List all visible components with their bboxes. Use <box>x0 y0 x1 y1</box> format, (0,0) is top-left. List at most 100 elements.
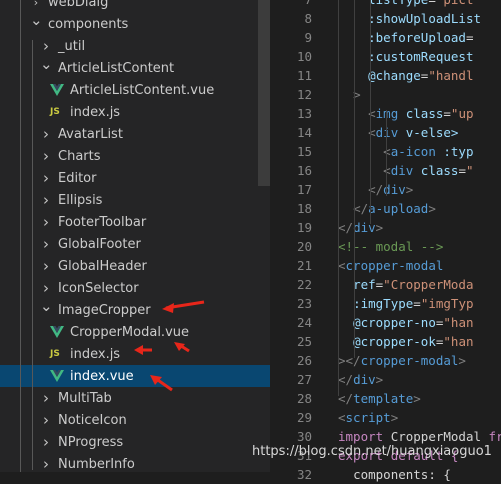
explorer-item-label: Charts <box>58 148 101 164</box>
explorer-item-label: NumberInfo <box>58 456 135 472</box>
line-number: 9 <box>304 30 312 45</box>
js-file-icon: JS <box>50 349 60 359</box>
chevron-right-icon: › <box>43 389 49 407</box>
code-line[interactable]: :showUploadList <box>338 9 481 28</box>
explorer-item-label: Editor <box>58 170 97 186</box>
explorer-item[interactable]: › Ellipsis <box>0 189 270 211</box>
explorer-item[interactable]: › NumberInfo <box>0 453 270 472</box>
explorer-item-label: _util <box>58 38 86 54</box>
code-editor[interactable]: 7 listType="pict 8 :showUploadList 9 :befo… <box>270 0 501 482</box>
code-line[interactable]: <img class="up <box>338 104 473 123</box>
line-number: 25 <box>296 334 312 349</box>
js-file-icon: JS <box>50 107 60 117</box>
line-number: 8 <box>304 11 312 26</box>
explorer-item[interactable]: ⌄ components <box>0 11 270 35</box>
explorer-item[interactable]: › Charts <box>0 145 270 167</box>
code-line[interactable]: </div> <box>338 218 383 237</box>
red-arrow-cropper-modal <box>174 342 190 353</box>
explorer-item[interactable]: › NoticeIcon <box>0 409 270 431</box>
code-line[interactable]: </a-upload> <box>338 199 436 218</box>
chevron-right-icon: › <box>43 213 49 231</box>
line-number: 29 <box>296 410 312 425</box>
line-number: 13 <box>296 106 312 121</box>
explorer-item-label: MultiTab <box>58 390 112 406</box>
line-number: 27 <box>296 372 312 387</box>
explorer-item[interactable]: › GlobalFooter <box>0 233 270 255</box>
code-line[interactable]: @cropper-no="han <box>338 313 473 332</box>
explorer-item[interactable]: JS index.js <box>0 101 270 123</box>
line-number: 15 <box>296 144 312 159</box>
code-line[interactable]: <script> <box>338 408 398 427</box>
explorer-item[interactable]: index.vue <box>0 365 270 387</box>
code-line[interactable]: :customRequest <box>338 47 473 66</box>
chevron-down-icon: ⌄ <box>30 11 43 29</box>
explorer-item[interactable]: › MultiTab <box>0 387 270 409</box>
code-line[interactable]: :imgType="imgTyp <box>338 294 473 313</box>
explorer-item-label: ArticleListContent <box>58 60 175 76</box>
line-number: 22 <box>296 277 312 292</box>
explorer-item[interactable]: ArticleListContent.vue <box>0 79 270 101</box>
code-line[interactable]: > <box>338 85 361 104</box>
chevron-right-icon: › <box>43 125 49 143</box>
explorer-item-label: Ellipsis <box>58 192 103 208</box>
explorer-item-label: FooterToolbar <box>58 214 147 230</box>
code-line[interactable]: components: { <box>338 465 451 484</box>
code-line[interactable]: ></cropper-modal> <box>338 351 466 370</box>
code-line[interactable]: <a-icon :typ <box>338 142 473 161</box>
explorer-item[interactable]: › FooterToolbar <box>0 211 270 233</box>
explorer-item-label: AvatarList <box>58 126 123 142</box>
explorer-item-label: NProgress <box>58 434 124 450</box>
explorer-item[interactable]: ⌄ ImageCropper <box>0 297 270 321</box>
indent-guide <box>20 0 21 472</box>
explorer-scrollbar[interactable] <box>258 0 270 186</box>
code-line[interactable]: ref="CropperModa <box>338 275 473 294</box>
line-number: 19 <box>296 220 312 235</box>
chevron-right-icon: › <box>43 257 49 275</box>
chevron-right-icon: › <box>43 411 49 429</box>
line-number: 20 <box>296 239 312 254</box>
indent-guide <box>338 0 339 396</box>
indent-guide <box>32 40 33 470</box>
explorer-item[interactable]: › _util <box>0 35 270 57</box>
file-explorer: › webDialg ⌄ components › _util ⌄ ArticleListCo… <box>0 0 270 472</box>
code-line[interactable]: @change="handl <box>338 66 473 85</box>
vue-file-icon <box>50 84 64 96</box>
explorer-item[interactable]: ⌄ ArticleListContent <box>0 55 270 79</box>
line-number: 11 <box>296 68 312 83</box>
red-arrow-imagecropper <box>162 300 205 313</box>
indent-guide <box>354 0 355 358</box>
explorer-item[interactable]: › Editor <box>0 167 270 189</box>
line-number: 17 <box>296 182 312 197</box>
line-number: 12 <box>296 87 312 102</box>
code-line[interactable]: </div> <box>338 180 413 199</box>
code-line[interactable]: <div v-else> <box>338 123 458 142</box>
line-number: 14 <box>296 125 312 140</box>
chevron-right-icon: › <box>43 433 49 451</box>
code-line[interactable]: <div class=" <box>338 161 473 180</box>
explorer-item-label: index.vue <box>70 368 134 384</box>
chevron-right-icon: › <box>43 279 49 297</box>
folder-icon: › <box>33 0 39 9</box>
code-line[interactable]: :beforeUpload= <box>338 28 473 47</box>
indent-guide <box>386 110 387 196</box>
code-line[interactable]: </template> <box>338 389 421 408</box>
explorer-item[interactable]: › AvatarList <box>0 123 270 145</box>
line-number: 24 <box>296 315 312 330</box>
chevron-right-icon: › <box>43 191 49 209</box>
explorer-item[interactable]: › NProgress <box>0 431 270 453</box>
explorer-item[interactable]: CropperModal.vue <box>0 321 270 343</box>
indent-guide <box>370 0 371 224</box>
chevron-right-icon: › <box>43 37 49 55</box>
code-line[interactable]: @cropper-ok="han <box>338 332 473 351</box>
explorer-item-label: GlobalHeader <box>58 258 147 274</box>
explorer-item[interactable]: › GlobalHeader <box>0 255 270 277</box>
line-number: 32 <box>296 467 312 482</box>
line-number: 7 <box>270 0 312 9</box>
vue-file-icon <box>50 370 64 382</box>
explorer-item-label: ArticleListContent.vue <box>70 82 215 98</box>
code-line[interactable]: </div> <box>338 370 383 389</box>
code-line[interactable]: listType="pict <box>338 0 473 9</box>
explorer-item-label: index.js <box>70 104 121 120</box>
line-number: 16 <box>296 163 312 178</box>
explorer-item[interactable]: › IconSelector <box>0 277 270 299</box>
